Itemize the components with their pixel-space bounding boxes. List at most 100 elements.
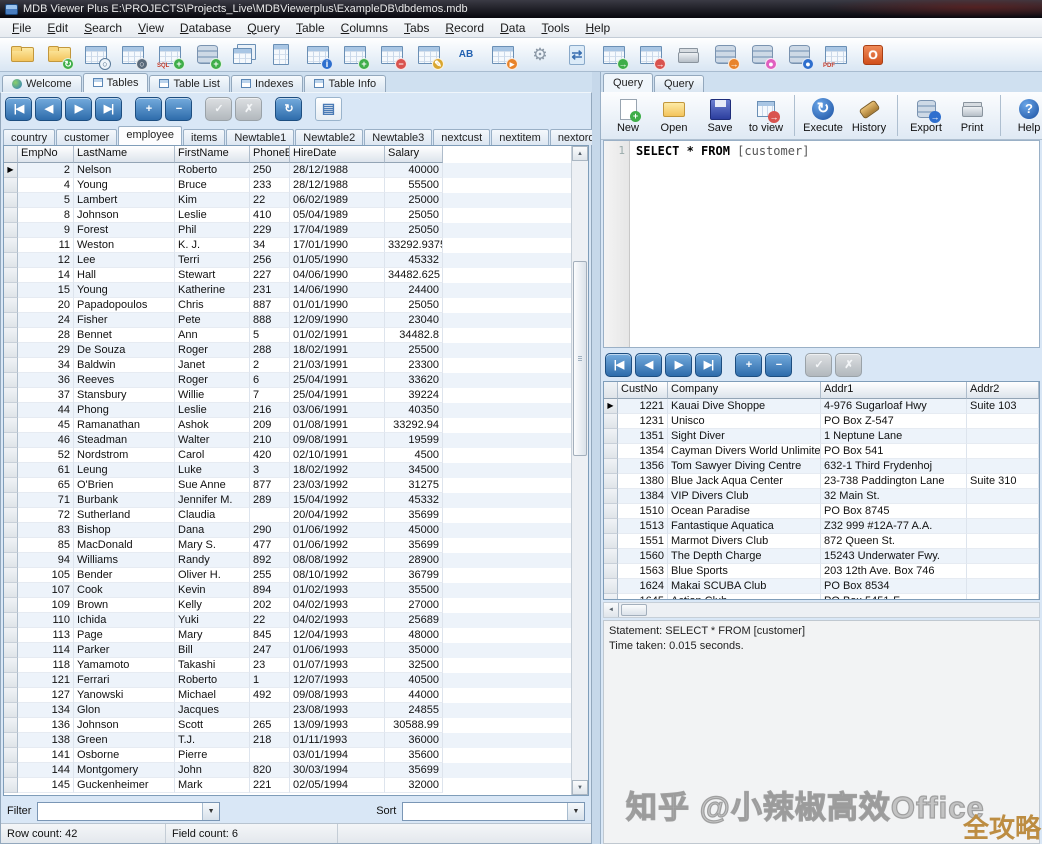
cell-lastname[interactable]: Brown [74,598,175,613]
cell-lastname[interactable]: Ichida [74,613,175,628]
cell-empno[interactable]: 5 [18,193,74,208]
cell-empno[interactable]: 15 [18,283,74,298]
cell-company[interactable]: Sight Diver [668,429,821,444]
table-row[interactable]: 45 Ramanathan Ashok 209 01/08/1991 33292… [4,418,588,433]
cell-hiredate[interactable]: 01/02/1993 [290,583,385,598]
cell-salary[interactable]: 40350 [385,403,443,418]
table-row[interactable]: 15 Young Katherine 231 14/06/1990 24400 [4,283,588,298]
record-marker[interactable] [604,474,618,489]
toolbar-icon[interactable]: i [304,41,332,69]
cell-firstname[interactable]: Mark [175,778,250,793]
menu-item[interactable]: Tabs [396,19,437,37]
table-row[interactable]: 44 Phong Leslie 216 03/06/1991 40350 [4,403,588,418]
cell-phoneext[interactable]: 210 [250,433,290,448]
record-marker[interactable] [4,643,18,658]
toolbar-icon[interactable]: ○ [119,41,147,69]
cell-phoneext[interactable]: 256 [250,253,290,268]
cell-hiredate[interactable]: 12/04/1993 [290,628,385,643]
table-row[interactable]: 127 Yanowski Michael 492 09/08/1993 4400… [4,688,588,703]
navigator-button[interactable]: − [165,97,192,121]
cell-lastname[interactable]: Bennet [74,328,175,343]
cell-firstname[interactable]: Takashi [175,658,250,673]
cell-empno[interactable]: 85 [18,538,74,553]
toolbar-icon[interactable] [563,41,591,69]
cell-lastname[interactable]: Nordstrom [74,448,175,463]
cell-salary[interactable]: 34482.625 [385,268,443,283]
toolbar-icon[interactable]: ↻ [45,41,73,69]
table-row[interactable]: 34 Baldwin Janet 2 21/03/1991 23300 [4,358,588,373]
cell-company[interactable]: Action Club [668,594,821,600]
cell-phoneext[interactable]: 1 [250,673,290,688]
vertical-scrollbar[interactable]: ▲ ▼ [571,146,588,795]
record-marker[interactable] [4,493,18,508]
cell-addr1[interactable]: 872 Queen St. [821,534,967,549]
cell-hiredate[interactable]: 09/08/1991 [290,433,385,448]
cell-empno[interactable]: 37 [18,388,74,403]
toolbar-icon[interactable]: SQL + [156,41,184,69]
cell-firstname[interactable]: Ashok [175,418,250,433]
column-header[interactable]: EmpNo [18,146,74,163]
cell-phoneext[interactable]: 6 [250,373,290,388]
cell-lastname[interactable]: MacDonald [74,538,175,553]
cell-firstname[interactable]: Yuki [175,613,250,628]
record-marker[interactable] [4,343,18,358]
cell-salary[interactable]: 35000 [385,643,443,658]
cell-custno[interactable]: 1354 [618,444,668,459]
cell-lastname[interactable]: Baldwin [74,358,175,373]
main-tab[interactable]: Tables [83,73,149,92]
sort-combobox[interactable]: ▼ [402,802,585,821]
main-tab[interactable]: Table Info [304,75,386,92]
cell-lastname[interactable]: Yanowski [74,688,175,703]
cell-lastname[interactable]: Steadman [74,433,175,448]
sort-value[interactable] [403,803,567,820]
main-tab[interactable]: Table List [149,75,229,92]
cell-phoneext[interactable]: 845 [250,628,290,643]
toolbar-icon[interactable]: → [711,41,739,69]
record-marker[interactable] [4,223,18,238]
record-marker[interactable] [4,403,18,418]
cell-hiredate[interactable]: 23/03/1992 [290,478,385,493]
navigator-button[interactable]: ↻ [275,97,302,121]
cell-custno[interactable]: 1513 [618,519,668,534]
navigator-button[interactable]: + [135,97,162,121]
cell-hiredate[interactable]: 01/06/1993 [290,643,385,658]
table-row[interactable]: 118 Yamamoto Takashi 23 01/07/1993 32500 [4,658,588,673]
table-row[interactable]: 138 Green T.J. 218 01/11/1993 36000 [4,733,588,748]
table-row[interactable]: 4 Young Bruce 233 28/12/1988 55500 [4,178,588,193]
cell-company[interactable]: Blue Jack Aqua Center [668,474,821,489]
sql-code[interactable]: SELECT * FROM [customer] [630,141,1039,347]
cell-addr2[interactable] [967,504,1039,519]
cell-custno[interactable]: 1351 [618,429,668,444]
cell-phoneext[interactable]: 34 [250,238,290,253]
record-marker[interactable] [4,388,18,403]
table-row[interactable]: 114 Parker Bill 247 01/06/1993 35000 [4,643,588,658]
cell-phoneext[interactable] [250,748,290,763]
toolbar-icon[interactable]: ○ [82,41,110,69]
cell-salary[interactable]: 45000 [385,523,443,538]
toolbar-icon[interactable] [526,41,554,69]
table-row[interactable]: 1354 Cayman Divers World Unlimited PO Bo… [604,444,1039,459]
table-row[interactable]: 113 Page Mary 845 12/04/1993 48000 [4,628,588,643]
record-marker[interactable]: ▶ [604,399,618,414]
toolbar-icon[interactable]: ● [748,41,776,69]
toolbar-icon[interactable] [8,41,36,69]
navigator-button[interactable]: ✗ [835,353,862,377]
cell-firstname[interactable]: Leslie [175,208,250,223]
record-marker[interactable] [4,673,18,688]
cell-firstname[interactable]: Walter [175,433,250,448]
table-row[interactable]: 136 Johnson Scott 265 13/09/1993 30588.9… [4,718,588,733]
column-header[interactable]: HireDate [290,146,385,163]
table-row[interactable]: ▶ 1221 Kauai Dive Shoppe 4-976 Sugarloaf… [604,399,1039,414]
record-marker[interactable] [604,504,618,519]
cell-company[interactable]: The Depth Charge [668,549,821,564]
cell-hiredate[interactable]: 05/04/1989 [290,208,385,223]
cell-hiredate[interactable]: 06/02/1989 [290,193,385,208]
cell-empno[interactable]: 83 [18,523,74,538]
record-marker[interactable] [604,459,618,474]
cell-firstname[interactable]: Michael [175,688,250,703]
table-row[interactable]: 9 Forest Phil 229 17/04/1989 25050 [4,223,588,238]
navigator-button[interactable]: ✓ [805,353,832,377]
cell-custno[interactable]: 1356 [618,459,668,474]
record-marker[interactable] [4,568,18,583]
toolbar-icon[interactable]: − [378,41,406,69]
